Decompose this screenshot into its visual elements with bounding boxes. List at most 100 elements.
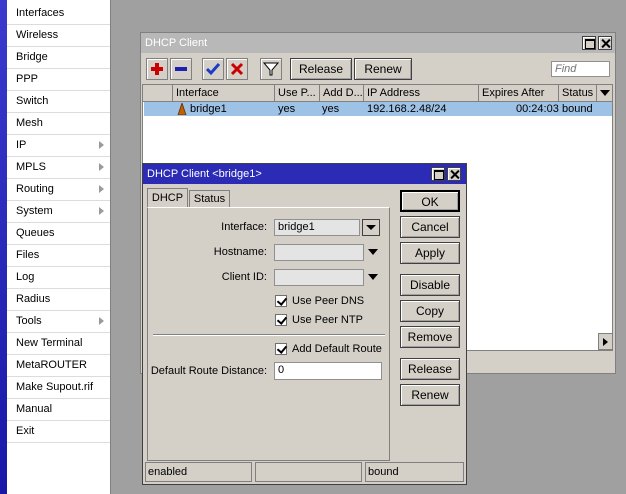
column-menu-button[interactable] [597, 85, 613, 102]
close-button[interactable] [598, 36, 612, 50]
menu-item-radius[interactable]: Radius [7, 289, 110, 311]
ok-button[interactable]: OK [400, 190, 460, 212]
tab-status[interactable]: Status [189, 190, 230, 208]
menu-item-wireless[interactable]: Wireless [7, 25, 110, 47]
menu-item-interfaces[interactable]: Interfaces [7, 3, 110, 25]
column-header-interface[interactable]: Interface [173, 85, 275, 102]
client-id-input[interactable] [274, 269, 364, 286]
menu-strip [0, 0, 7, 494]
use-peer-ntp-checkbox[interactable] [275, 314, 287, 326]
column-header-status[interactable]: Status [559, 85, 597, 102]
filter-button[interactable] [260, 58, 282, 80]
cancel-button[interactable]: Cancel [400, 216, 460, 238]
column-header-ip-address[interactable]: IP Address [364, 85, 479, 102]
menu-item-label: Exit [16, 425, 35, 437]
find-input[interactable] [551, 61, 610, 77]
dialog-close-button[interactable] [447, 167, 461, 181]
use-peer-ntp-label: Use Peer NTP [292, 314, 363, 326]
copy-button[interactable]: Copy [400, 300, 460, 322]
add-button[interactable] [146, 58, 168, 80]
interface-select[interactable]: bridge1 [274, 219, 360, 236]
release-dialog-button[interactable]: Release [400, 358, 460, 380]
column-header-use-peer[interactable]: Use P... [275, 85, 320, 102]
dialog-titlebar[interactable]: DHCP Client <bridge1> [143, 164, 466, 184]
column-header-add-default[interactable]: Add D... [320, 85, 364, 102]
menu-item-tools[interactable]: Tools [7, 311, 110, 333]
interface-label: Interface: [221, 221, 267, 233]
menu-item-files[interactable]: Files [7, 245, 110, 267]
maximize-button[interactable] [582, 36, 596, 50]
column-chooser[interactable] [143, 85, 173, 102]
cell-interface: bridge1 [190, 103, 227, 115]
hostname-input[interactable] [274, 244, 364, 261]
add-default-route-checkbox[interactable] [275, 343, 287, 355]
menu-item-label: PPP [16, 73, 39, 85]
menu-item-label: New Terminal [16, 337, 83, 349]
menu-item-mesh[interactable]: Mesh [7, 113, 110, 135]
menu-item-label: MPLS [16, 161, 46, 173]
menu-item-new-terminal[interactable]: New Terminal [7, 333, 110, 355]
main-menu: Interfaces Wireless Bridge PPP Switch Mesh IP M… [0, 0, 111, 494]
apply-button[interactable]: Apply [400, 242, 460, 264]
menu-item-routing[interactable]: Routing [7, 179, 110, 201]
hostname-label: Hostname: [213, 246, 267, 258]
menu-item-label: Make Supout.rif [16, 381, 94, 393]
disable-button[interactable] [226, 58, 248, 80]
menu-item-system[interactable]: System [7, 201, 110, 223]
minus-icon [175, 67, 187, 71]
menu-item-queues[interactable]: Queues [7, 223, 110, 245]
client-id-label: Client ID: [221, 271, 267, 283]
menu-item-mpls[interactable]: MPLS [7, 157, 110, 179]
disable-dialog-button[interactable]: Disable [400, 274, 460, 296]
horizontal-scrollbar[interactable] [598, 333, 613, 350]
menu-item-label: Tools [16, 315, 42, 327]
enable-button[interactable] [202, 58, 224, 80]
menu-item-metarouter[interactable]: MetaROUTER [7, 355, 110, 377]
renew-button[interactable]: Renew [354, 58, 412, 80]
chevron-down-icon [600, 90, 610, 96]
remove-button[interactable] [170, 58, 192, 80]
menu-item-manual[interactable]: Manual [7, 399, 110, 421]
client-id-dropdown-icon[interactable] [368, 274, 378, 280]
renew-dialog-button[interactable]: Renew [400, 384, 460, 406]
tab-dhcp[interactable]: DHCP [147, 188, 188, 208]
menu-item-label: Queues [16, 227, 55, 239]
hostname-dropdown-icon[interactable] [368, 249, 378, 255]
menu-item-label: Bridge [16, 51, 48, 63]
dhcp-client-dialog: DHCP Client <bridge1> DHCP Status Interf… [142, 163, 467, 485]
use-peer-dns-checkbox[interactable] [275, 295, 287, 307]
plus-icon [151, 63, 163, 75]
status-enabled: enabled [145, 462, 252, 482]
dhcp-client-titlebar[interactable]: DHCP Client [141, 33, 615, 53]
menu-item-exit[interactable]: Exit [7, 421, 110, 443]
menu-item-switch[interactable]: Switch [7, 91, 110, 113]
menu-item-make-supout-rif[interactable]: Make Supout.rif [7, 377, 110, 399]
menu-item-label: Log [16, 271, 35, 283]
default-route-distance-label: Default Route Distance: [150, 365, 267, 377]
submenu-arrow-icon [99, 317, 104, 325]
menu-item-log[interactable]: Log [7, 267, 110, 289]
column-header-expires-after[interactable]: Expires After [479, 85, 559, 102]
menu-item-ppp[interactable]: PPP [7, 69, 110, 91]
menu-item-label: Radius [16, 293, 51, 305]
cell-add-default: yes [322, 103, 340, 115]
menu-item-label: Interfaces [16, 7, 65, 19]
menu-item-bridge[interactable]: Bridge [7, 47, 110, 69]
menu-item-ip[interactable]: IP [7, 135, 110, 157]
menu-item-label: MetaROUTER [16, 359, 87, 371]
release-button[interactable]: Release [290, 58, 352, 80]
menu-item-label: Routing [16, 183, 54, 195]
menu-item-label: Wireless [16, 29, 59, 41]
menu-item-label: Switch [16, 95, 49, 107]
default-route-distance-input[interactable]: 0 [274, 362, 382, 380]
menu-item-label: Mesh [16, 117, 43, 129]
submenu-arrow-icon [99, 185, 104, 193]
dialog-maximize-button[interactable] [431, 167, 445, 181]
interface-dropdown-button[interactable] [362, 219, 380, 236]
check-icon [205, 63, 221, 76]
add-default-route-label: Add Default Route [292, 343, 382, 355]
submenu-arrow-icon [99, 163, 104, 171]
table-row[interactable]: bridge1 yes yes 192.168.2.48/24 00:24:03… [144, 101, 612, 116]
remove-dialog-button[interactable]: Remove [400, 326, 460, 348]
status-bound: bound [365, 462, 464, 482]
